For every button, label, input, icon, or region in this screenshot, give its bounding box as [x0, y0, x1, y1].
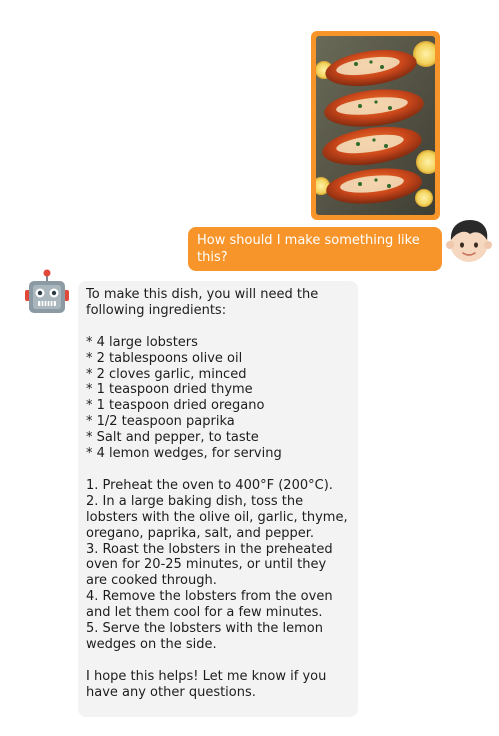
- lobster-photo: [316, 36, 435, 215]
- user-image-message[interactable]: [311, 31, 440, 220]
- bot-message-bubble: To make this dish, you will need the fol…: [78, 281, 358, 717]
- bot-message-text: To make this dish, you will need the fol…: [86, 287, 348, 700]
- robot-face-icon: [25, 269, 69, 313]
- user-message-text: How should I make something like this?: [197, 233, 420, 265]
- user-message-bubble: How should I make something like this?: [188, 227, 442, 271]
- boy-face-icon: [446, 220, 492, 262]
